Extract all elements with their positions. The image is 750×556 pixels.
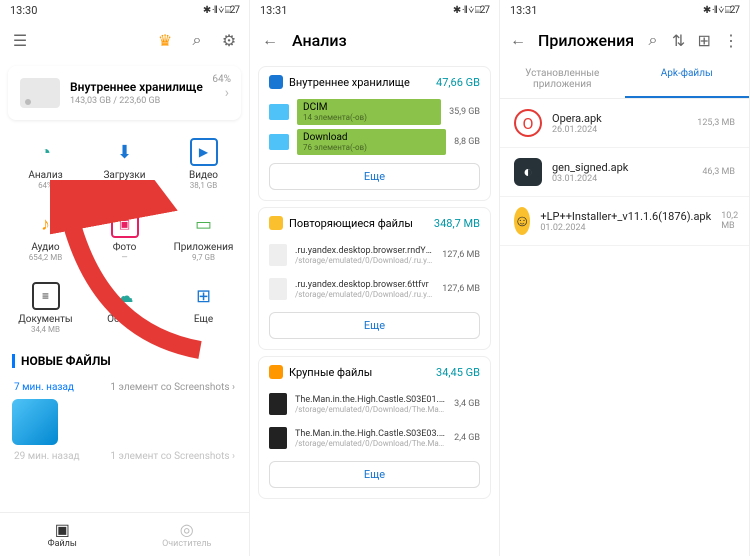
- drive-icon: [20, 78, 60, 108]
- page-title: Анализ: [292, 31, 489, 50]
- chevron-right-icon: ›: [225, 85, 229, 101]
- grid-item-more[interactable]: ⊞Еще: [166, 274, 241, 342]
- section-duplicates: Повторяющиеся файлы 348,7 MB .ru.yandex.…: [258, 207, 491, 350]
- file-icon: [269, 278, 287, 300]
- tab-installed[interactable]: Установленные приложения: [500, 60, 625, 98]
- steam-icon: ◐: [514, 158, 542, 186]
- back-icon[interactable]: ←: [510, 30, 526, 50]
- folder-row[interactable]: DCIM14 элемента(-ов)35,9 GB: [259, 97, 490, 127]
- status-icons: ✱ ⋅ll ⩒ ⌸27: [453, 5, 489, 16]
- screenshot-thumb[interactable]: [12, 399, 58, 445]
- toolbar: ← Приложения ⌕ ⇅ ⊞ ⋮: [500, 20, 749, 60]
- transfer-icon[interactable]: ⇅: [672, 30, 686, 50]
- grid-item-analysis[interactable]: ◔Анализ64%: [8, 130, 83, 198]
- crown-icon[interactable]: ♛: [155, 30, 175, 50]
- more-button[interactable]: Еще: [269, 312, 480, 339]
- recent-header: НОВЫЕ ФАЙЛЫ: [0, 346, 249, 376]
- grid-item-audio[interactable]: ♪Аудио654,2 MB: [8, 202, 83, 270]
- files-icon: ▣: [55, 520, 70, 539]
- cloud-icon: ☁: [111, 282, 139, 310]
- status-icons: ✱ ⋅ll ⩒ ⌸27: [703, 5, 739, 16]
- back-icon[interactable]: ←: [260, 30, 280, 50]
- analysis-icon: ◔: [32, 138, 60, 166]
- file-row[interactable]: .ru.yandex.desktop.browser.6ttfvr/storag…: [259, 272, 490, 306]
- section-header[interactable]: Повторяющиеся файлы 348,7 MB: [259, 208, 490, 238]
- opera-icon: O: [514, 109, 542, 137]
- storage-card[interactable]: 64% Внутреннее хранилище 143,03 GB / 223…: [8, 66, 241, 120]
- grid-item-cloud[interactable]: ☁Облако: [87, 274, 162, 342]
- status-bar: 13:30 ✱ ⋅ll ⩒ ⌸27: [0, 0, 249, 20]
- grid-item-downloads[interactable]: ⬇Загрузки8,8 GB: [87, 130, 162, 198]
- toolbar: ☰ ♛ ⌕ ⚙: [0, 20, 249, 60]
- duplicate-icon: [269, 216, 283, 230]
- page-title: Приложения: [538, 31, 634, 50]
- section-large-files: Крупные файлы 34,45 GB The.Man.in.the.Hi…: [258, 356, 491, 499]
- more-button[interactable]: Еще: [269, 163, 480, 190]
- status-icons: ✱ ⋅ll ⩒ ⌸27: [203, 5, 239, 16]
- file-row[interactable]: The.Man.in.the.High.Castle.S03E01.Now.Mo…: [259, 387, 490, 421]
- status-bar: 13:31 ✱ ⋅ll ⩒ ⌸27: [250, 0, 499, 20]
- folder-icon: [269, 134, 289, 150]
- section-header[interactable]: Внутреннее хранилище 47,66 GB: [259, 67, 490, 97]
- search-icon[interactable]: ⌕: [187, 30, 207, 50]
- status-bar: 13:31 ✱ ⋅ll ⩒ ⌸27: [500, 0, 749, 20]
- recent-item[interactable]: 29 мин. назад1 элемент со Screenshots ›: [0, 445, 249, 468]
- cleaner-icon: ◎: [180, 520, 194, 539]
- file-row[interactable]: The.Man.in.the.High.Castle.S03E03.Sensō …: [259, 421, 490, 455]
- overflow-icon[interactable]: ⋮: [723, 30, 739, 50]
- video-file-icon: [269, 393, 287, 415]
- recent-item[interactable]: 7 мин. назад1 элемент со Screenshots ›: [0, 376, 249, 399]
- app-row[interactable]: O Opera.apk26.01.2024 125,3 MB: [500, 99, 749, 148]
- clock: 13:31: [260, 4, 287, 17]
- screen-analysis: 13:31 ✱ ⋅ll ⩒ ⌸27 ← Анализ Внутреннее хр…: [250, 0, 500, 556]
- screen-file-manager: 13:30 ✱ ⋅ll ⩒ ⌸27 ☰ ♛ ⌕ ⚙ 64% Внутреннее…: [0, 0, 250, 556]
- apps-icon: ▭: [190, 210, 218, 238]
- folder-icon: [269, 365, 283, 379]
- section-header[interactable]: Крупные файлы 34,45 GB: [259, 357, 490, 387]
- section-internal-storage: Внутреннее хранилище 47,66 GB DCIM14 эле…: [258, 66, 491, 201]
- settings-icon[interactable]: ⚙: [219, 30, 239, 50]
- grid-item-apps[interactable]: ▭Приложения9,7 GB: [166, 202, 241, 270]
- photo-icon: ▣: [111, 210, 139, 238]
- storage-percent: 64%: [212, 74, 231, 85]
- video-file-icon: [269, 427, 287, 449]
- app-row[interactable]: ◐ gen_signed.apk03.01.2024 46,3 MB: [500, 148, 749, 197]
- menu-icon[interactable]: ☰: [10, 30, 30, 50]
- storage-sub: 143,03 GB / 223,60 GB: [70, 96, 215, 106]
- app-row[interactable]: ☺ +LP++Installer+_v11.1.6(1876).apk01.02…: [500, 197, 749, 246]
- tabs: Установленные приложения Apk-файлы: [500, 60, 749, 99]
- download-icon: ⬇: [111, 138, 139, 166]
- thumbnail-row: [0, 399, 249, 445]
- category-grid: ◔Анализ64% ⬇Загрузки8,8 GB ▶Видео38,1 GB…: [0, 126, 249, 346]
- file-icon: [269, 244, 287, 266]
- nav-cleaner[interactable]: ◎Очиститель: [125, 513, 250, 556]
- folder-row[interactable]: Download76 элемента(-ов)8,8 GB: [259, 127, 490, 157]
- folder-icon: [269, 104, 289, 120]
- video-icon: ▶: [190, 138, 218, 166]
- search-icon[interactable]: ⌕: [646, 30, 660, 50]
- toolbar: ← Анализ: [250, 20, 499, 60]
- lp-icon: ☺: [514, 207, 530, 235]
- storage-title: Внутреннее хранилище: [70, 80, 215, 94]
- documents-icon: ≡: [32, 282, 60, 310]
- clock: 13:30: [10, 4, 37, 17]
- more-icon: ⊞: [190, 282, 218, 310]
- nav-files[interactable]: ▣Файлы: [0, 513, 125, 556]
- clock: 13:31: [510, 4, 537, 17]
- grid-item-documents[interactable]: ≡Документы34,4 MB: [8, 274, 83, 342]
- tab-apk[interactable]: Apk-файлы: [625, 60, 750, 98]
- grid-item-photo[interactable]: ▣Фото—: [87, 202, 162, 270]
- grid-item-video[interactable]: ▶Видео38,1 GB: [166, 130, 241, 198]
- grid-icon[interactable]: ⊞: [697, 30, 711, 50]
- bottom-nav: ▣Файлы ◎Очиститель: [0, 512, 249, 556]
- storage-icon: [269, 75, 283, 89]
- more-button[interactable]: Еще: [269, 461, 480, 488]
- screen-apps: 13:31 ✱ ⋅ll ⩒ ⌸27 ← Приложения ⌕ ⇅ ⊞ ⋮ У…: [500, 0, 750, 556]
- file-row[interactable]: .ru.yandex.desktop.browser.rndY5ZH/stora…: [259, 238, 490, 272]
- audio-icon: ♪: [32, 210, 60, 238]
